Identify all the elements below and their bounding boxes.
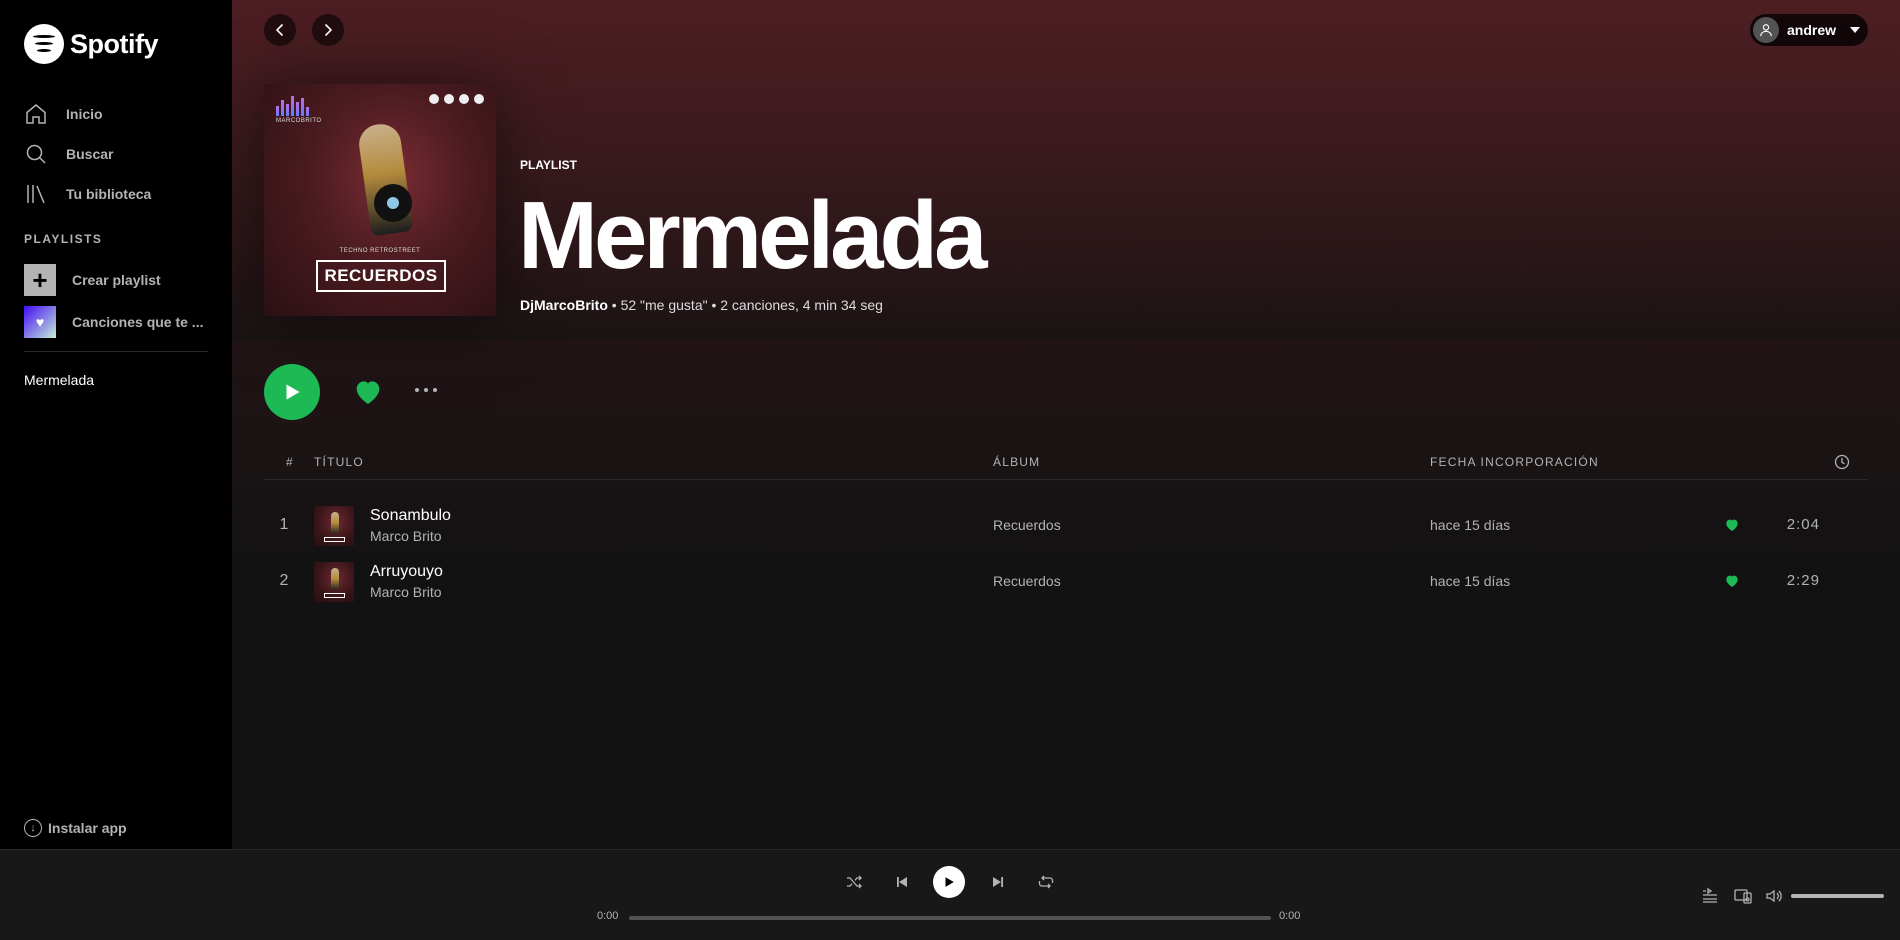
user-avatar-icon xyxy=(1753,17,1779,43)
shuffle-button[interactable] xyxy=(842,870,866,894)
track-title[interactable]: Sonambulo xyxy=(370,507,451,525)
sidebar-divider xyxy=(24,351,208,352)
playlist-owner-link[interactable]: DjMarcoBrito xyxy=(520,297,608,313)
track-artist[interactable]: Marco Brito xyxy=(370,584,442,600)
track-number: 1 xyxy=(279,516,289,533)
track-cover-thumbnail xyxy=(314,562,354,602)
forward-button[interactable] xyxy=(312,14,344,46)
track-number: 2 xyxy=(279,572,289,589)
nav-home-label: Inicio xyxy=(66,106,103,122)
skip-forward-icon xyxy=(993,877,1003,887)
total-time: 0:00 xyxy=(1279,910,1301,922)
plus-icon: + xyxy=(24,264,56,296)
track-album[interactable]: Recuerdos xyxy=(993,573,1061,589)
vinyl-disc xyxy=(374,184,412,222)
track-cover-thumbnail xyxy=(314,506,354,546)
playlist-stats: • 52 "me gusta" • 2 canciones, 4 min 34 … xyxy=(607,297,883,313)
cover-tagline: TECHNO RETROSTREET xyxy=(339,248,421,254)
nav-library-label: Tu biblioteca xyxy=(66,186,152,202)
sidebar-playlist-mermelada[interactable]: Mermelada xyxy=(24,372,94,388)
social-icons xyxy=(429,94,484,104)
player-bar: 0:00 0:00 xyxy=(0,849,1900,940)
nav-search-label: Buscar xyxy=(66,146,114,162)
skip-back-icon xyxy=(897,877,907,887)
clock-icon xyxy=(1834,454,1850,470)
create-playlist-label: Crear playlist xyxy=(72,272,161,288)
download-icon: ↓ xyxy=(24,819,42,837)
playback-progress-bar[interactable] xyxy=(629,916,1271,920)
repeat-icon xyxy=(1038,875,1054,889)
create-playlist-button[interactable]: + Crear playlist xyxy=(24,264,209,296)
track-duration: 2:29 xyxy=(1786,572,1820,589)
search-icon xyxy=(26,144,46,164)
playlist-cover: MARCOBRITO TECHNO RETROSTREET RECUERDOS xyxy=(264,84,496,316)
chevron-left-icon xyxy=(275,23,284,37)
shuffle-icon xyxy=(847,875,862,889)
track-artist[interactable]: Marco Brito xyxy=(370,528,442,544)
column-album[interactable]: ÁLBUM xyxy=(993,455,1040,469)
track-liked-heart-icon[interactable] xyxy=(1724,517,1740,533)
more-dot-icon xyxy=(415,388,419,392)
install-app-label: Instalar app xyxy=(48,820,127,836)
track-date-added: hace 15 días xyxy=(1430,517,1511,533)
volume-slider[interactable] xyxy=(1791,894,1884,898)
track-duration: 2:04 xyxy=(1786,516,1820,533)
more-dot-icon xyxy=(424,388,428,392)
playlist-title: Mermelada xyxy=(518,182,988,289)
player-play-button[interactable] xyxy=(933,866,965,898)
library-icon xyxy=(27,185,45,204)
spotify-logo-icon xyxy=(24,24,64,64)
like-playlist-heart-icon[interactable] xyxy=(352,376,384,408)
nav-home[interactable]: Inicio xyxy=(24,94,214,134)
next-button[interactable] xyxy=(986,870,1010,894)
play-icon xyxy=(945,877,954,887)
queue-icon[interactable] xyxy=(1700,886,1720,906)
cover-album-text: RECUERDOS xyxy=(316,260,446,292)
back-button[interactable] xyxy=(264,14,296,46)
heart-icon: ♥ xyxy=(24,306,56,338)
chevron-right-icon xyxy=(324,23,333,37)
track-title[interactable]: Arruyouyo xyxy=(370,563,443,581)
sidebar: Spotify Inicio Buscar Tu biblioteca PLAY… xyxy=(0,0,232,849)
column-number: # xyxy=(286,455,294,469)
spotify-logo[interactable]: Spotify xyxy=(24,24,159,64)
track-row[interactable]: 1 Sonambulo Marco Brito Recuerdos hace 1… xyxy=(264,498,1868,554)
equalizer-logo xyxy=(276,96,310,116)
play-button[interactable] xyxy=(264,364,320,420)
home-icon xyxy=(26,104,46,124)
track-liked-heart-icon[interactable] xyxy=(1724,573,1740,589)
devices-icon[interactable] xyxy=(1733,886,1753,906)
playlist-meta: DjMarcoBrito • 52 "me gusta" • 2 cancion… xyxy=(520,297,883,313)
nav-library[interactable]: Tu biblioteca xyxy=(24,174,214,214)
playlist-type-label: PLAYLIST xyxy=(520,158,577,172)
track-date-added: hace 15 días xyxy=(1430,573,1511,589)
track-row[interactable]: 2 Arruyouyo Marco Brito Recuerdos hace 1… xyxy=(264,554,1868,610)
track-album[interactable]: Recuerdos xyxy=(993,517,1061,533)
elapsed-time: 0:00 xyxy=(597,910,619,922)
caret-down-icon xyxy=(1850,27,1861,33)
column-title[interactable]: TÍTULO xyxy=(314,455,364,469)
play-icon xyxy=(286,384,300,400)
volume-icon[interactable] xyxy=(1764,886,1784,906)
more-options-button[interactable] xyxy=(410,378,442,402)
username: andrew xyxy=(1787,22,1837,38)
liked-songs-link[interactable]: ♥ Canciones que te ... xyxy=(24,306,209,338)
column-date-added[interactable]: FECHA INCORPORACIÓN xyxy=(1430,455,1599,469)
user-menu-button[interactable]: andrew xyxy=(1750,14,1868,46)
nav-search[interactable]: Buscar xyxy=(24,134,214,174)
main-nav: Inicio Buscar Tu biblioteca xyxy=(24,94,214,214)
repeat-button[interactable] xyxy=(1034,870,1058,894)
install-app-button[interactable]: ↓ Instalar app xyxy=(24,819,127,837)
more-dot-icon xyxy=(433,388,437,392)
spotify-wordmark: Spotify xyxy=(70,28,159,59)
cover-brand-text: MARCOBRITO xyxy=(276,118,322,124)
main-view: andrew MARCOBRITO TECHNO RETROSTREET REC… xyxy=(232,0,1900,849)
previous-button[interactable] xyxy=(890,870,914,894)
liked-songs-label: Canciones que te ... xyxy=(72,314,204,330)
playlists-heading: PLAYLISTS xyxy=(24,232,103,246)
spotify-app: Spotify Inicio Buscar Tu biblioteca PLAY… xyxy=(0,0,1900,940)
track-table-header: # TÍTULO ÁLBUM FECHA INCORPORACIÓN xyxy=(264,452,1868,480)
